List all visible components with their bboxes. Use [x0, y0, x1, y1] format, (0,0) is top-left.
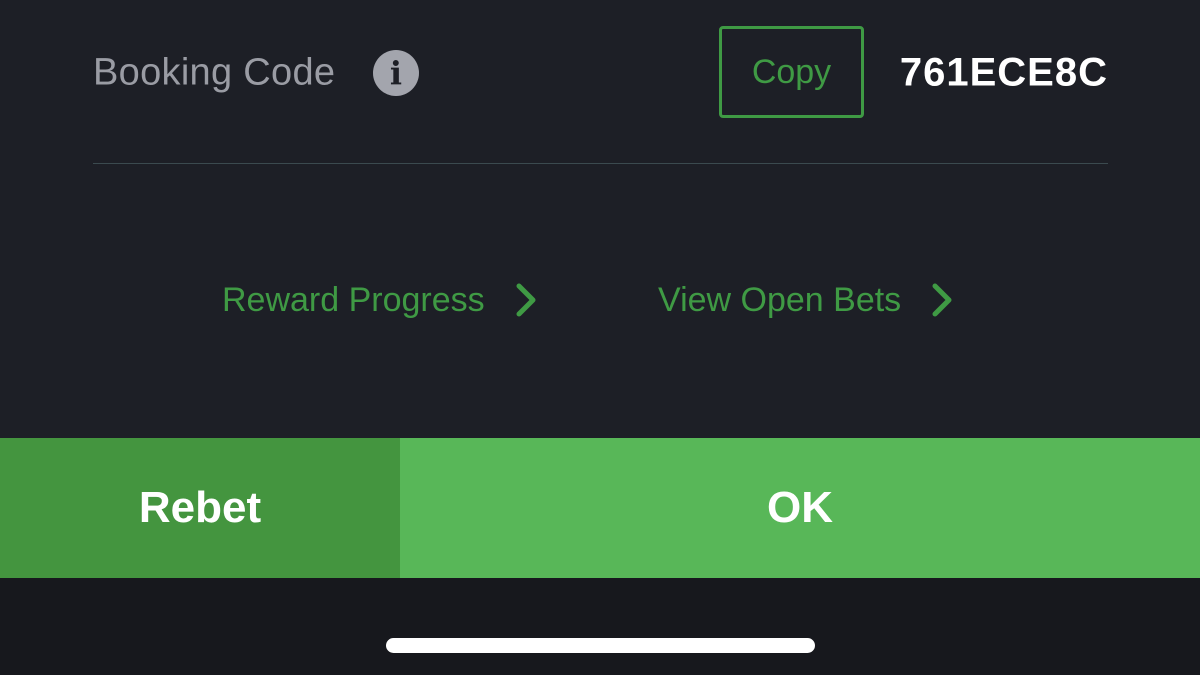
- reward-progress-link[interactable]: Reward Progress: [222, 275, 537, 325]
- action-bar: Rebet OK: [0, 438, 1200, 578]
- home-indicator[interactable]: [386, 638, 815, 653]
- chevron-right-icon: [931, 282, 953, 318]
- chevron-right-icon: [515, 282, 537, 318]
- reward-progress-label: Reward Progress: [222, 280, 485, 319]
- ok-button[interactable]: OK: [400, 438, 1200, 578]
- bet-confirmation-screen: Booking Code i Copy 761ECE8C Reward Prog…: [0, 0, 1200, 675]
- info-icon[interactable]: i: [373, 50, 419, 96]
- booking-code-row: Booking Code i Copy 761ECE8C: [93, 26, 1108, 120]
- view-open-bets-label: View Open Bets: [658, 280, 902, 319]
- rebet-button[interactable]: Rebet: [0, 438, 400, 578]
- view-open-bets-link[interactable]: View Open Bets: [658, 275, 953, 325]
- booking-code-label: Booking Code: [93, 51, 336, 94]
- copy-button[interactable]: Copy: [719, 26, 864, 118]
- booking-code-value: 761ECE8C: [899, 50, 1108, 95]
- bottom-safe-area: [0, 578, 1200, 675]
- divider: [93, 163, 1108, 164]
